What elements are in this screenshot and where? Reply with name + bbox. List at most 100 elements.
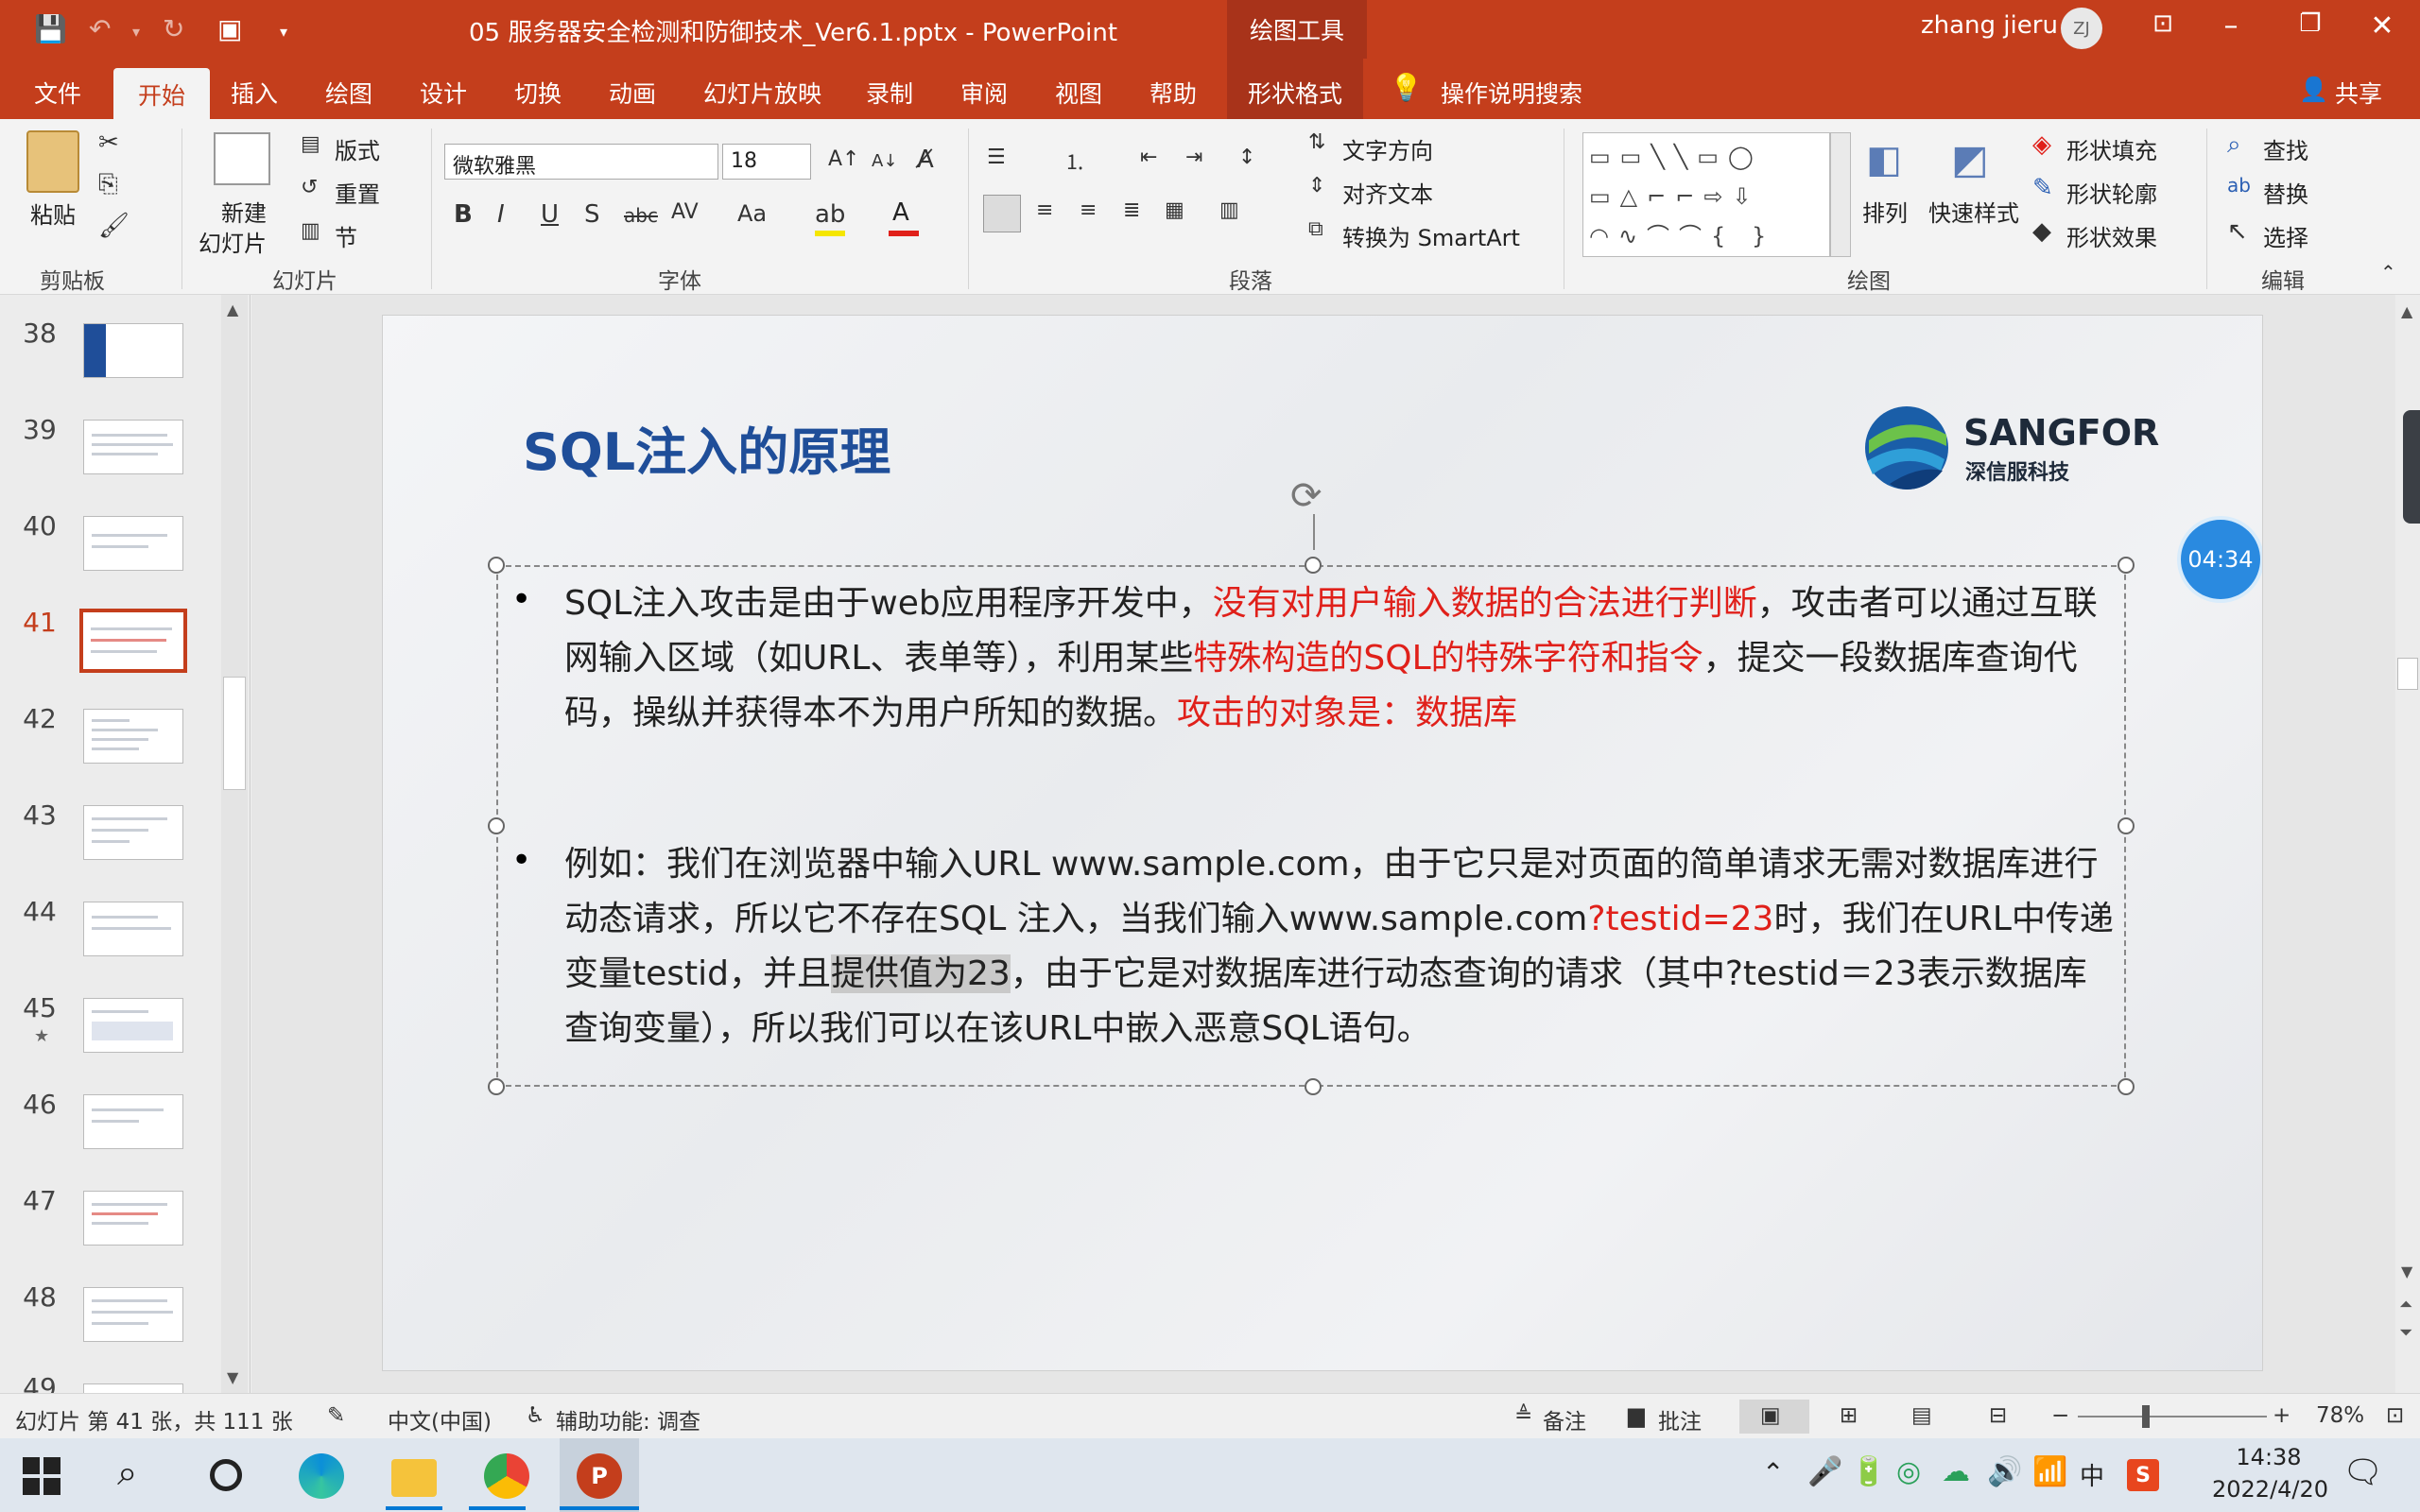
save-icon[interactable]: 💾	[34, 13, 67, 44]
shape-outline-icon[interactable]: ✎	[2032, 174, 2053, 202]
slide-thumbnail-selected[interactable]	[79, 609, 187, 673]
zoom-slider-thumb[interactable]	[2142, 1405, 2150, 1428]
slide-sorter-icon[interactable]: ⊞	[1840, 1403, 1858, 1428]
arrange-button[interactable]: 排列	[1862, 195, 1908, 228]
slide-thumbnail[interactable]	[83, 1287, 183, 1342]
floating-timer[interactable]: 04:34	[2177, 516, 2262, 603]
present-from-start-icon[interactable]: ▣	[217, 13, 242, 44]
resize-handle[interactable]	[2118, 557, 2135, 574]
next-slide-icon[interactable]: ⏷	[2399, 1323, 2412, 1343]
slide-thumbnail[interactable]	[83, 1383, 183, 1393]
tab-shape-format[interactable]: 形状格式	[1227, 59, 1364, 119]
tab-insert[interactable]: 插入	[231, 76, 278, 110]
zoom-in-icon[interactable]: +	[2273, 1403, 2290, 1428]
section-button[interactable]: 节	[335, 219, 357, 252]
tab-animations[interactable]: 动画	[609, 76, 656, 110]
language-indicator[interactable]: 中文(中国)	[388, 1403, 492, 1435]
distributed-icon[interactable]: ▦	[1165, 198, 1184, 222]
shapes-gallery[interactable]: ▭▭╲╲▭◯ ▭△⌐⌐⇨⇩ ◠∿⌒⌒{ }	[1582, 132, 1830, 257]
slide-thumbnail[interactable]	[83, 998, 183, 1053]
text-direction-icon[interactable]: ⇅	[1308, 130, 1325, 154]
wifi-icon[interactable]: 📶	[2032, 1455, 2067, 1488]
file-explorer-icon[interactable]	[391, 1459, 437, 1497]
layout-icon[interactable]: ▤	[301, 132, 320, 156]
slide-title[interactable]: SQL注入的原理	[523, 410, 890, 485]
new-slide-icon[interactable]	[214, 132, 270, 185]
increase-indent-icon[interactable]: ⇥	[1185, 146, 1202, 169]
slide-thumbnail[interactable]	[83, 323, 183, 378]
tab-help[interactable]: 帮助	[1150, 76, 1197, 110]
scroll-down-icon[interactable]: ▼	[227, 1368, 238, 1386]
tab-design[interactable]: 设计	[420, 76, 467, 110]
paragraph-2[interactable]: 例如：我们在浏览器中输入URL www.sample.com，由于它只是对页面的…	[564, 837, 2115, 1057]
tab-file[interactable]: 文件	[34, 76, 81, 110]
shape-outline-button[interactable]: 形状轮廓	[2066, 176, 2157, 209]
find-button[interactable]: 查找	[2263, 132, 2308, 165]
notes-button[interactable]: 备注	[1543, 1403, 1586, 1435]
clear-format-icon[interactable]: A̸	[917, 146, 934, 174]
replace-button[interactable]: 替换	[2263, 176, 2308, 209]
decrease-font-icon[interactable]: A↓	[872, 151, 897, 171]
reset-button[interactable]: 重置	[335, 176, 380, 209]
replace-icon[interactable]: ab	[2227, 174, 2251, 197]
resize-handle[interactable]	[2118, 1078, 2135, 1095]
resize-handle[interactable]	[488, 1078, 505, 1095]
char-spacing-icon[interactable]: AV	[671, 200, 699, 224]
layout-button[interactable]: 版式	[335, 132, 380, 165]
ribbon-display-icon[interactable]: ⊡	[2144, 9, 2182, 38]
change-case-icon[interactable]: Aa	[737, 200, 767, 227]
highlight-icon[interactable]: ab	[815, 200, 845, 229]
columns-icon[interactable]: ▥	[1219, 198, 1239, 222]
align-right-icon[interactable]: ≡	[1080, 198, 1097, 222]
volume-icon[interactable]: 🔊	[1987, 1455, 2022, 1488]
edge-beta-icon[interactable]	[299, 1453, 344, 1499]
slideshow-icon[interactable]: ⊟	[1989, 1403, 2007, 1428]
paste-icon[interactable]	[26, 130, 79, 193]
reset-icon[interactable]: ↺	[301, 176, 318, 199]
quick-styles-button[interactable]: 快速样式	[1928, 195, 2019, 228]
find-icon[interactable]: ⌕	[2227, 130, 2241, 160]
accessibility-icon[interactable]: ♿	[526, 1403, 545, 1428]
shape-effects-button[interactable]: 形状效果	[2066, 219, 2157, 252]
thumbnail-scrollbar[interactable]	[221, 295, 248, 1393]
smartart-icon[interactable]: ⧉	[1308, 217, 1323, 241]
windows-start-icon[interactable]	[23, 1457, 60, 1495]
paragraph-1[interactable]: SQL注入攻击是由于web应用程序开发中，没有对用户输入数据的合法进行判断，攻击…	[564, 576, 2115, 741]
spell-check-icon[interactable]: ✎	[327, 1403, 345, 1428]
selected-text[interactable]: 提供值为23	[831, 954, 1011, 993]
align-left-button[interactable]	[983, 195, 1021, 232]
tab-home[interactable]: 开始	[113, 68, 211, 127]
italic-icon[interactable]: I	[497, 200, 505, 229]
restore-icon[interactable]: ❐	[2291, 9, 2329, 38]
thumbnail-scroll-thumb[interactable]	[223, 677, 246, 790]
underline-icon[interactable]: U	[541, 200, 559, 229]
shape-effects-icon[interactable]: ◆	[2032, 217, 2051, 246]
slide-thumbnail[interactable]	[83, 709, 183, 764]
smartart-button[interactable]: 转换为 SmartArt	[1342, 219, 1520, 252]
undo-dropdown-icon[interactable]: ▾	[132, 23, 140, 41]
shapes-gallery-scroll[interactable]	[1830, 132, 1851, 257]
fit-to-window-icon[interactable]: ⊡	[2386, 1403, 2404, 1428]
cortana-icon[interactable]	[210, 1459, 242, 1491]
accessibility-status[interactable]: 辅助功能: 调查	[556, 1403, 700, 1435]
new-slide-label-1[interactable]: 新建	[221, 195, 267, 228]
clock-time[interactable]: 14:38	[2221, 1444, 2316, 1470]
tell-me-search[interactable]: 操作说明搜索	[1441, 76, 1582, 110]
font-color-icon[interactable]: A	[892, 198, 909, 227]
floating-side-widget[interactable]	[2403, 410, 2420, 524]
collapse-ribbon-icon[interactable]: ⌃	[2380, 261, 2396, 284]
align-text-icon[interactable]: ⇕	[1308, 174, 1325, 198]
tab-transitions[interactable]: 切换	[514, 76, 562, 110]
slide-thumbnail[interactable]	[83, 420, 183, 474]
font-name-field[interactable]: 微软雅黑	[444, 144, 718, 180]
share-button[interactable]: 共享	[2335, 76, 2382, 110]
paste-button[interactable]: 粘贴	[30, 197, 76, 230]
zoom-out-icon[interactable]: −	[2051, 1403, 2069, 1428]
resize-handle[interactable]	[488, 557, 505, 574]
resize-handle[interactable]	[2118, 817, 2135, 834]
font-size-field[interactable]: 18	[722, 144, 811, 180]
decrease-indent-icon[interactable]: ⇤	[1140, 146, 1157, 169]
user-name[interactable]: zhang jieru	[1921, 11, 2058, 40]
slide-thumbnail[interactable]	[83, 902, 183, 956]
notes-icon[interactable]: ≜	[1514, 1403, 1532, 1428]
